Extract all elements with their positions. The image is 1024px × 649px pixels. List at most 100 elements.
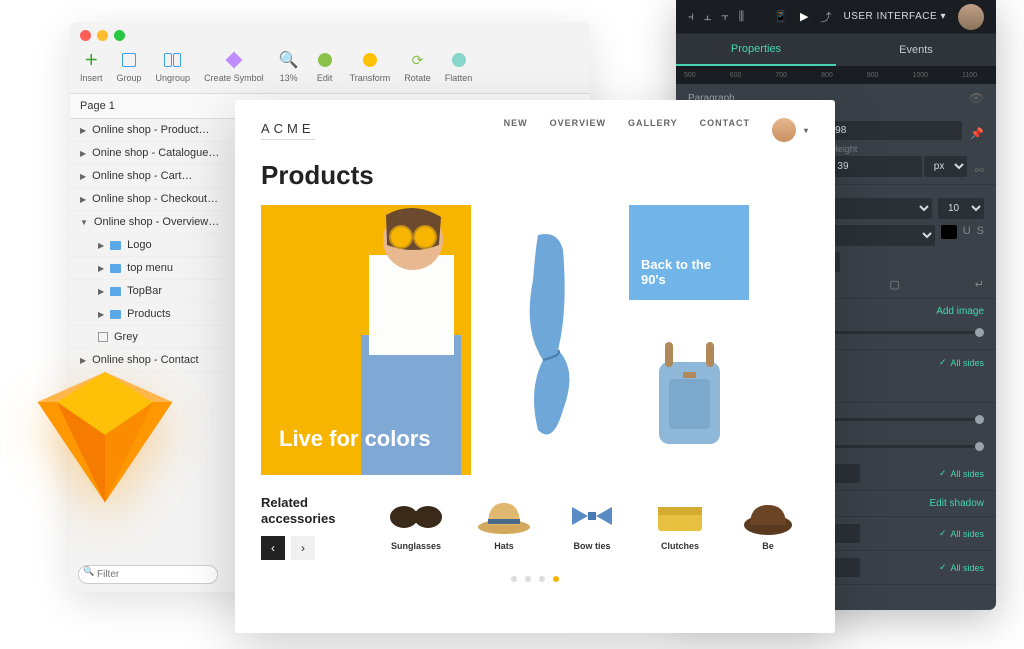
disclosure-icon: ▶: [98, 241, 104, 250]
nav-overview[interactable]: OVERVIEW: [550, 118, 606, 142]
hero-text: Live for colors: [279, 427, 431, 451]
dot[interactable]: [525, 576, 531, 582]
tab-events[interactable]: Events: [836, 34, 996, 66]
nav-new[interactable]: NEW: [504, 118, 528, 142]
rotate-tool[interactable]: ⟳Rotate: [404, 49, 431, 83]
align-center-icon[interactable]: ⫠: [704, 9, 711, 24]
sketch-logo: [30, 360, 180, 510]
nav-gallery[interactable]: GALLERY: [628, 118, 678, 142]
related-title: Related accessories: [261, 495, 366, 526]
nav-contact[interactable]: CONTACT: [700, 118, 750, 142]
pin-icon[interactable]: 📌: [970, 127, 984, 140]
dot[interactable]: [511, 576, 517, 582]
dot-active[interactable]: [553, 576, 559, 582]
pagination-dots: [235, 576, 835, 582]
user-avatar-icon[interactable]: [772, 118, 796, 142]
sketch-toolbar: ＋Insert Group Ungroup Create Symbol 🔍13%…: [70, 45, 590, 94]
link-icon[interactable]: ⚯: [975, 164, 984, 177]
window-controls: [70, 22, 590, 45]
folder-icon: [110, 287, 121, 296]
strike-icon[interactable]: S: [977, 225, 984, 246]
upload-icon[interactable]: ⤴: [821, 9, 832, 25]
rel-hats[interactable]: Hats: [474, 495, 534, 551]
ungroup-icon: [164, 53, 181, 67]
disclosure-icon: ▶: [80, 126, 86, 135]
rotate-icon: ⟳: [412, 52, 424, 69]
disclosure-icon: ▶: [80, 149, 86, 158]
distribute-icon[interactable]: ⫼: [739, 9, 745, 24]
minimize-window-button[interactable]: [97, 30, 108, 41]
height-input[interactable]: [831, 156, 921, 177]
product-cards: Live for colors Back to the 90's: [235, 205, 835, 475]
promo-card[interactable]: Back to the 90's: [629, 205, 749, 300]
wrap-icon[interactable]: ↵: [975, 278, 984, 291]
underline-icon[interactable]: U: [963, 225, 971, 246]
font-size-select[interactable]: 10: [938, 198, 984, 219]
edit-icon: [318, 53, 332, 67]
disclosure-icon: ▶: [98, 264, 104, 273]
play-icon[interactable]: ▶: [800, 10, 808, 23]
y-input[interactable]: [829, 121, 962, 140]
dot[interactable]: [539, 576, 545, 582]
plus-icon: ＋: [84, 50, 98, 70]
rel-clutches[interactable]: Clutches: [650, 495, 710, 551]
edit-tool[interactable]: Edit: [314, 49, 336, 83]
crop-icon[interactable]: ▢: [889, 278, 899, 291]
group-icon: [122, 53, 136, 67]
carousel-next[interactable]: ›: [291, 536, 315, 560]
design-canvas[interactable]: ACME NEW OVERVIEW GALLERY CONTACT ▾ Prod…: [235, 100, 835, 633]
disclosure-icon: ▶: [80, 195, 86, 204]
disclosure-icon: ▶: [98, 287, 104, 296]
flatten-icon: [452, 53, 466, 67]
folder-icon: [110, 241, 121, 250]
transform-icon: [363, 53, 377, 67]
related-section: Related accessories ‹ › Sunglasses Hats …: [235, 475, 835, 560]
scarf-card[interactable]: [485, 205, 615, 475]
rel-sunglasses[interactable]: Sunglasses: [386, 495, 446, 551]
carousel-prev[interactable]: ‹: [261, 536, 285, 560]
insert-tool[interactable]: ＋Insert: [80, 49, 103, 83]
folder-icon: [110, 310, 121, 319]
visibility-icon[interactable]: 👁: [969, 91, 984, 105]
chevron-down-icon[interactable]: ▾: [804, 126, 809, 135]
zoom-tool[interactable]: 🔍13%: [278, 49, 300, 83]
hero-card[interactable]: Live for colors: [261, 205, 471, 475]
ungroup-tool[interactable]: Ungroup: [156, 49, 191, 83]
scarf-illustration: [508, 230, 593, 450]
disclosure-icon: ▶: [98, 310, 104, 319]
margin-all-sides[interactable]: ✓ All sides: [939, 528, 984, 539]
transform-tool[interactable]: Transform: [350, 49, 391, 83]
height-unit[interactable]: px: [924, 156, 967, 177]
disclosure-icon: ▶: [80, 172, 86, 181]
round-all-sides[interactable]: ✓ All sides: [939, 468, 984, 479]
edit-shadow-link[interactable]: Edit shadow: [930, 498, 984, 509]
align-left-icon[interactable]: ⫞: [688, 9, 694, 24]
align-right-icon[interactable]: ⫟: [721, 9, 728, 24]
shape-icon: [98, 332, 108, 342]
diamond-icon: [225, 52, 242, 69]
all-sides-check[interactable]: ✓ All sides: [939, 357, 984, 368]
maximize-window-button[interactable]: [114, 30, 125, 41]
user-avatar[interactable]: [958, 4, 984, 30]
text-color-swatch[interactable]: [941, 225, 957, 239]
tab-properties[interactable]: Properties: [676, 34, 836, 66]
close-window-button[interactable]: [80, 30, 91, 41]
mock-nav: NEW OVERVIEW GALLERY CONTACT ▾: [504, 118, 809, 142]
project-dropdown[interactable]: USER INTERFACE ▾: [844, 11, 947, 22]
group-tool[interactable]: Group: [117, 49, 142, 83]
flatten-tool[interactable]: Flatten: [445, 49, 473, 83]
inspector-tabs: Properties Events: [676, 34, 996, 66]
disclosure-icon: ▼: [80, 218, 88, 227]
folder-icon: [110, 264, 121, 273]
rel-bowties[interactable]: Bow ties: [562, 495, 622, 551]
align-tools: ⫞ ⫠ ⫟ ⫼: [688, 9, 744, 24]
device-icon[interactable]: 📱: [774, 10, 788, 23]
add-image-link[interactable]: Add image: [936, 306, 984, 317]
mock-header: ACME NEW OVERVIEW GALLERY CONTACT ▾: [235, 100, 835, 160]
backpack-card[interactable]: [629, 314, 749, 474]
create-symbol-tool[interactable]: Create Symbol: [204, 49, 264, 83]
filter-input[interactable]: [78, 565, 218, 584]
padding-all-sides[interactable]: ✓ All sides: [939, 562, 984, 573]
rel-more[interactable]: Be: [738, 495, 798, 551]
inspector-topbar: ⫞ ⫠ ⫟ ⫼ 📱 ▶ ⤴ USER INTERFACE ▾: [676, 0, 996, 34]
